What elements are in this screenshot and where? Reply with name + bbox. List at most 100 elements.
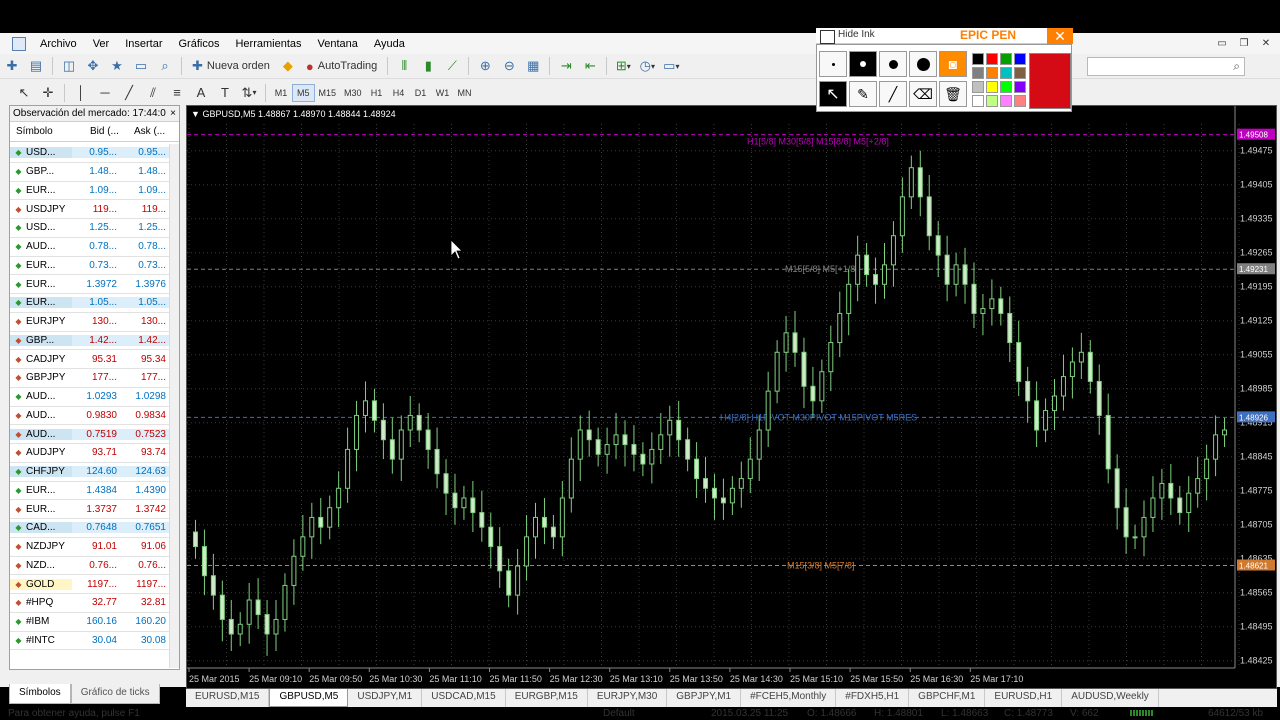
brush-size-large-button[interactable] [879,51,907,77]
color-swatch[interactable] [986,95,998,107]
market-watch-row[interactable]: ◆ EURJPY 130... 130... [10,313,170,332]
market-watch-row[interactable]: ◆ CHFJPY 124.60 124.63 [10,463,170,482]
strategy-tester-button[interactable]: ⌕ [155,56,175,76]
navigator-button[interactable]: ✥ [83,56,103,76]
market-watch-row[interactable]: ◆ GBP... 1.48... 1.48... [10,163,170,182]
market-watch-row[interactable]: ◆ USDJPY 119... 119... [10,200,170,219]
chart-tab[interactable]: #FDXH5,H1 [836,689,910,707]
market-watch-row[interactable]: ◆ NZDJPY 91.01 91.06 [10,538,170,557]
candlestick-button[interactable]: ▮ [418,56,438,76]
brush-size-small-button[interactable] [819,51,847,77]
timeframe-m1[interactable]: M1 [270,84,292,102]
timeframe-m5[interactable]: M5 [292,83,315,102]
zoom-out-button[interactable]: ⊖ [499,56,519,76]
horizontal-line-tool[interactable]: ─ [95,83,115,103]
tab-symbols[interactable]: Símbolos [9,684,71,704]
cursor-tool[interactable]: ↖ [14,83,34,103]
market-watch-row[interactable]: ◆ EUR... 1.05... 1.05... [10,294,170,313]
autotrading-button[interactable]: ● AutoTrading [302,56,381,76]
tile-windows-button[interactable]: ▦ [523,56,543,76]
color-swatch[interactable] [1000,81,1012,93]
crosshair-tool[interactable]: ✛ [38,83,58,103]
timeframe-w1[interactable]: W1 [432,84,454,102]
timeframe-m15[interactable]: M15 [315,84,341,102]
market-watch-row[interactable]: ◆ AUD... 1.0293 1.0298 [10,388,170,407]
market-watch-row[interactable]: ◆ AUD... 0.78... 0.78... [10,238,170,257]
arrows-tool[interactable]: ⇅ ▾ [239,83,259,103]
chart-tab[interactable]: EURJPY,M30 [588,689,668,707]
channel-tool[interactable]: ⫽ [143,83,163,103]
chart-tab[interactable]: USDJPY,M1 [348,689,423,707]
epic-pen-close-icon[interactable]: ✕ [1047,28,1073,44]
color-swatch[interactable] [972,95,984,107]
chart-tab[interactable]: EURGBP,M15 [506,689,588,707]
market-watch-row[interactable]: ◆ AUDJPY 93.71 93.74 [10,444,170,463]
data-window-button[interactable]: ★ [107,56,127,76]
market-watch-button[interactable]: ◫ [59,56,79,76]
market-watch-row[interactable]: ◆ EUR... 0.73... 0.73... [10,257,170,276]
metaeditor-button[interactable]: ◆ [278,56,298,76]
menu-ver[interactable]: Ver [85,38,118,50]
market-watch-row[interactable]: ◆ CADJPY 95.31 95.34 [10,350,170,369]
menu-insertar[interactable]: Insertar [117,38,170,50]
text-tool[interactable]: A [191,83,211,103]
menu-ayuda[interactable]: Ayuda [366,38,413,50]
chart-tab[interactable]: EURUSD,H1 [985,689,1063,707]
candlestick-chart[interactable]: 1.49475 1.49405 1.49335 1.49265 1.49195 1.491… [187,106,1277,689]
color-swatch[interactable] [1000,95,1012,107]
vertical-line-tool[interactable]: │ [71,83,91,103]
chart-tab[interactable]: GBPCHF,M1 [909,689,986,707]
market-watch-row[interactable]: ◆ AUD... 0.7519 0.7523 [10,425,170,444]
color-swatch[interactable] [972,67,984,79]
column-ask[interactable]: Ask (... [128,126,172,137]
bar-chart-button[interactable]: ⫴ [394,56,414,76]
trendline-tool[interactable]: ╱ [119,83,139,103]
market-watch-row[interactable]: ◆ USD... 1.25... 1.25... [10,219,170,238]
color-swatch[interactable] [986,67,998,79]
cursor-mode-button[interactable]: ↖ [819,81,847,107]
market-watch-row[interactable]: ◆ GBP... 1.42... 1.42... [10,332,170,351]
hide-ink-checkbox[interactable] [820,30,835,44]
current-color-swatch[interactable] [1029,53,1071,109]
color-swatch[interactable] [986,81,998,93]
profiles-button[interactable]: ▤ [26,56,46,76]
market-watch-row[interactable]: ◆ GBPJPY 177... 177... [10,369,170,388]
menu-archivo[interactable]: Archivo [32,38,85,50]
zoom-in-button[interactable]: ⊕ [475,56,495,76]
highlighter-button[interactable]: ╱ [879,81,907,107]
brush-size-medium-button[interactable] [849,51,877,77]
timeframe-m30[interactable]: M30 [340,84,366,102]
chart-window[interactable]: 1.49475 1.49405 1.49335 1.49265 1.49195 1.491… [186,105,1277,689]
color-swatch[interactable] [1000,53,1012,65]
chart-tab[interactable]: AUDUSD,Weekly [1062,689,1159,707]
column-bid[interactable]: Bid (... [84,126,128,137]
market-watch-row[interactable]: ◆ USD... 0.95... 0.95... [10,144,170,163]
fibonacci-tool[interactable]: ≡ [167,83,187,103]
tab-tick-chart[interactable]: Gráfico de ticks [70,684,160,704]
market-watch-close-icon[interactable]: × [170,108,176,119]
clear-button[interactable]: 🗑 [939,81,967,107]
menu-herramientas[interactable]: Herramientas [227,38,309,50]
new-order-button[interactable]: ✚ Nueva orden [188,56,274,76]
chart-tab[interactable]: GBPUSD,M5 [269,689,349,707]
color-swatch[interactable] [972,81,984,93]
chart-tab[interactable]: GBPJPY,M1 [667,689,742,707]
minimize-icon[interactable]: ▭ [1214,36,1230,50]
market-watch-row[interactable]: ◆ EUR... 1.3972 1.3976 [10,275,170,294]
indicators-button[interactable]: ⊞ ▾ [613,56,633,76]
color-swatch[interactable] [1014,53,1026,65]
color-swatch[interactable] [1014,81,1026,93]
color-swatch[interactable] [1014,95,1026,107]
market-watch-row[interactable]: ◆ CAD... 0.7648 0.7651 [10,519,170,538]
text-label-tool[interactable]: T [215,83,235,103]
column-symbol[interactable]: Símbolo [10,126,84,137]
market-watch-row[interactable]: ◆ EUR... 1.4384 1.4390 [10,482,170,501]
new-chart-button[interactable]: ✚ [2,56,22,76]
menu-graficos[interactable]: Gráficos [171,38,228,50]
chart-tab[interactable]: EURUSD,M15 [186,689,270,707]
market-watch-row[interactable]: ◆ NZD... 0.76... 0.76... [10,557,170,576]
close-icon[interactable]: ✕ [1258,36,1274,50]
line-chart-button[interactable]: ⟋ [442,56,462,76]
market-watch-row[interactable]: ◆ AUD... 0.9830 0.9834 [10,407,170,426]
periods-button[interactable]: ◷ ▾ [637,56,657,76]
